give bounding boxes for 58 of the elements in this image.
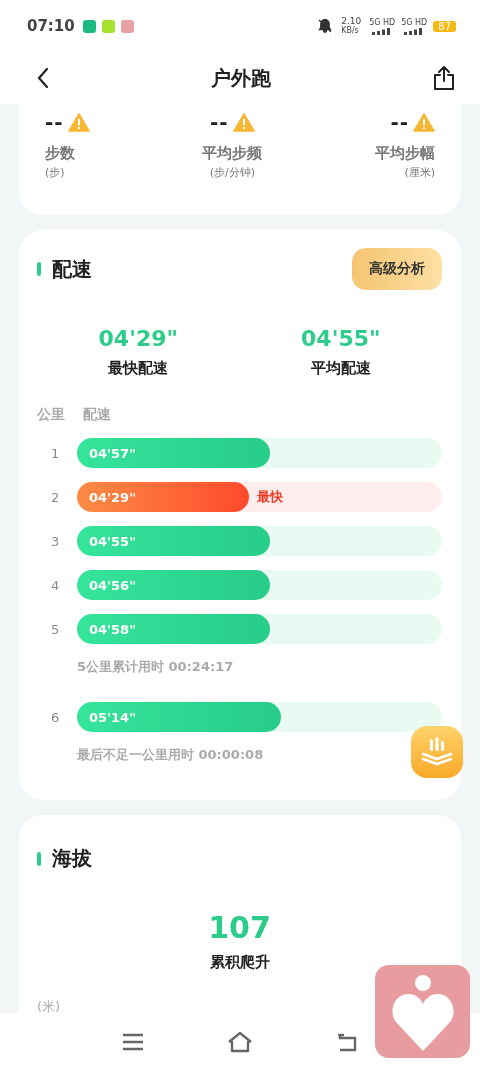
status-time: 07:10 [27,17,75,35]
network-label: 5G HD [369,17,396,27]
pace-value: 04'56" [89,577,136,593]
km-number: 1 [50,445,61,461]
metric-value: -- [210,110,229,134]
section-accent-bar [37,262,41,276]
split-summary: 最后不足一公里用时 00:00:08 [77,746,265,764]
metric-unit: (步) [45,165,66,180]
metric-label: 平均步频 [202,144,263,163]
home-icon[interactable] [227,1030,253,1053]
advanced-analysis-button[interactable]: 高级分析 [352,248,442,290]
pace-value: 04'58" [89,621,136,637]
metric-label: 步数 [45,144,76,163]
km-number: 5 [50,621,61,637]
pace-stat-label: 平均配速 [310,359,371,378]
altitude-value: 107 [208,910,271,945]
column-header: 配速 [83,406,111,424]
battery-level: 87 [433,20,456,32]
km-number: 6 [50,709,61,725]
warning-icon [413,112,435,132]
metric-value: -- [390,110,409,134]
split-summary: 5公里累计用时 00:24:17 [77,658,235,676]
bars-stack-icon [421,737,453,767]
app-notification-icon [120,19,134,33]
section-title: 配速 [52,255,92,283]
pace-value: 05'14" [89,709,136,725]
altitude-label: 累积爬升 [209,953,270,972]
net-speed: 2.10 [341,17,362,26]
app-notification-icon [82,19,96,33]
menu-icon[interactable] [121,1032,144,1051]
altitude-unit: (米) [37,998,62,1013]
km-number: 4 [50,577,61,593]
bell-muted-icon [317,18,334,34]
pace-value: 04'29" [89,489,136,505]
pace-value: 04'57" [89,445,136,461]
fastest-label: 最快 [256,488,283,506]
pace-stat-value: 04'29" [98,326,178,351]
section-title: 海拔 [52,845,92,872]
pace-stat-value: 04'55" [301,326,381,351]
section-accent-bar [37,851,41,866]
metric-unit: (厘米) [404,165,435,180]
app-notification-icon [101,19,115,33]
network-label: 5G HD [401,17,428,27]
column-header: 公里 [37,406,65,424]
warning-icon [232,112,255,132]
km-number: 3 [50,533,61,549]
pace-stat-label: 最快配速 [108,359,169,378]
km-number: 2 [50,489,61,505]
net-speed-unit: KB/s [341,26,360,35]
page-title: 户外跑 [211,64,271,92]
share-icon[interactable] [432,65,456,91]
back-nav-icon[interactable] [336,1031,359,1052]
warning-icon [67,112,90,132]
pace-value: 04'55" [89,533,136,549]
metric-value: -- [45,110,64,134]
metric-label: 平均步幅 [375,144,435,163]
metric-unit: (步/分钟) [209,165,255,180]
back-icon[interactable] [36,67,50,89]
